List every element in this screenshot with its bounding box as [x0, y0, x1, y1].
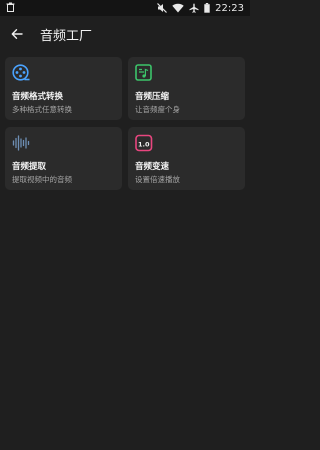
arrow-left-icon: [11, 29, 23, 39]
speed-badge-icon: 1.0: [135, 134, 153, 152]
back-button[interactable]: [0, 16, 34, 52]
status-bar: 22:23: [0, 0, 250, 16]
airplane-icon: [189, 3, 199, 13]
compress-icon: [135, 64, 152, 81]
card-title: 音频变速: [135, 162, 170, 172]
extract-card[interactable]: 音频提取 提取视频中的音频: [5, 127, 122, 190]
mute-icon: [157, 3, 168, 13]
battery-icon: [204, 3, 210, 13]
card-subtitle: 提取视频中的音频: [12, 175, 72, 184]
trash-icon: [6, 2, 15, 15]
compress-card[interactable]: 音频压缩 让音频瘦个身: [128, 57, 245, 120]
tool-grid: 音频格式转换 多种格式任意转换 音频压缩 让音频瘦个身 音频提取 提取视频中的音…: [5, 57, 245, 190]
card-subtitle: 让音频瘦个身: [135, 105, 180, 114]
format-convert-card[interactable]: 音频格式转换 多种格式任意转换: [5, 57, 122, 120]
speed-card[interactable]: 1.0 音频变速 设置倍速播放: [128, 127, 245, 190]
app-bar: 音频工厂: [0, 16, 250, 52]
wifi-icon: [172, 3, 184, 13]
page-title: 音频工厂: [40, 28, 93, 44]
waveform-icon: [12, 135, 30, 151]
film-reel-icon: [12, 64, 30, 81]
card-title: 音频格式转换: [12, 92, 64, 102]
speed-badge-label: 1.0: [138, 140, 150, 148]
status-time: 22:23: [215, 2, 244, 14]
card-title: 音频提取: [12, 162, 47, 172]
card-subtitle: 多种格式任意转换: [12, 105, 72, 114]
card-subtitle: 设置倍速播放: [135, 175, 180, 184]
card-title: 音频压缩: [135, 92, 170, 102]
